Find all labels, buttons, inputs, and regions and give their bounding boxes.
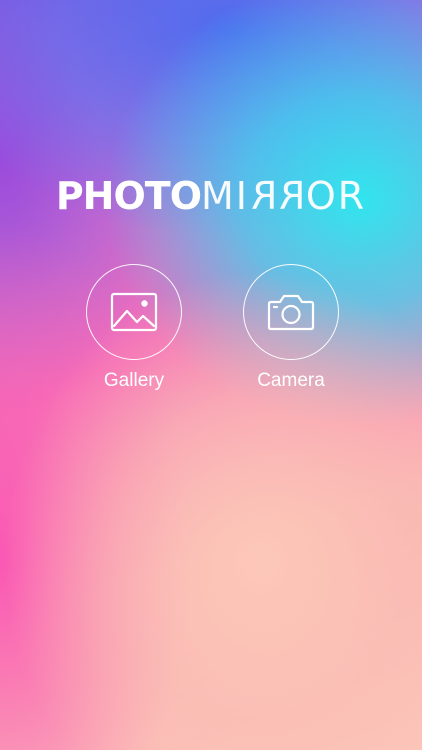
gallery-icon bbox=[110, 292, 158, 332]
camera-icon bbox=[267, 293, 315, 331]
logo-mirrored-r-2: R bbox=[277, 174, 306, 218]
app-screen: PHOTOMIRROR Gallery Camera bbox=[0, 0, 422, 750]
camera-button-circle[interactable] bbox=[243, 264, 339, 360]
gallery-label[interactable]: Gallery bbox=[84, 369, 184, 393]
gallery-button[interactable]: Gallery bbox=[84, 264, 184, 393]
logo-mirror-suffix: OR bbox=[305, 174, 367, 218]
camera-label[interactable]: Camera bbox=[241, 369, 341, 393]
gallery-button-circle[interactable] bbox=[86, 264, 182, 360]
app-logo: PHOTOMIRROR bbox=[0, 174, 422, 218]
camera-button[interactable]: Camera bbox=[241, 264, 341, 393]
background-peach-glow bbox=[0, 0, 422, 750]
logo-mirror-text: MIRROR bbox=[201, 174, 366, 218]
logo-mirrored-r-1: R bbox=[249, 174, 278, 218]
logo-photo-text: PHOTO bbox=[55, 174, 202, 218]
logo-mirror-prefix: MI bbox=[201, 174, 250, 218]
